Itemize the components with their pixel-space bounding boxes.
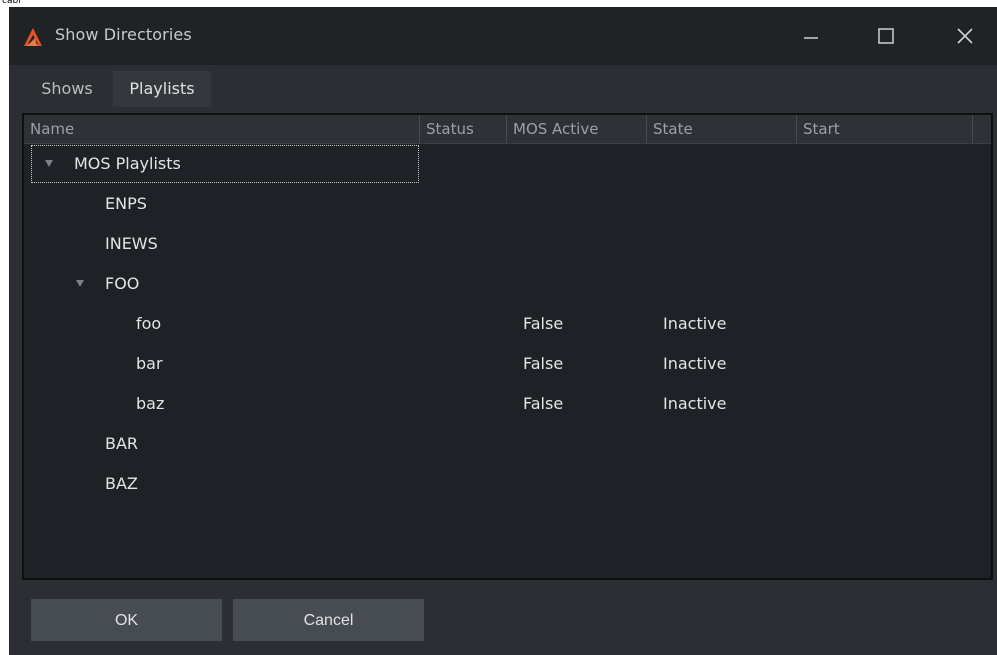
maximize-icon [878,28,894,44]
tree-row-foo-folder[interactable]: FOO [24,264,991,304]
title-bar: Show Directories [9,7,997,65]
column-header-state[interactable]: State [647,115,797,143]
tree-row-baz[interactable]: baz False Inactive [24,384,991,424]
row-name: MOS Playlists [74,154,181,173]
dialog-footer: OK Cancel [9,587,997,655]
cancel-button[interactable]: Cancel [233,599,424,641]
tab-bar: Shows Playlists [9,65,997,109]
tree-header: Name Status MOS Active State Start [24,115,991,144]
tab-playlists[interactable]: Playlists [113,71,211,107]
tree-row-bar[interactable]: bar False Inactive [24,344,991,384]
tree-row-bar-upper[interactable]: BAR [24,424,991,464]
tree-row-mos-playlists[interactable]: MOS Playlists [24,144,991,184]
column-header-status[interactable]: Status [420,115,507,143]
row-name: ENPS [105,194,147,213]
row-mos-active: False [523,314,564,333]
row-name: FOO [105,274,140,293]
tree-row-inews[interactable]: INEWS [24,224,991,264]
minimize-button[interactable] [793,21,829,51]
row-state: Inactive [663,314,727,333]
top-caption: cabi [2,0,21,6]
close-button[interactable] [947,21,983,51]
column-header-start[interactable]: Start [797,115,973,143]
row-name: BAR [105,434,139,453]
minimize-icon [804,37,818,39]
close-icon [957,28,973,44]
tree-row-enps[interactable]: ENPS [24,184,991,224]
row-name: baz [136,394,165,413]
row-name: foo [136,314,162,333]
row-mos-active: False [523,394,564,413]
ok-button[interactable]: OK [31,599,222,641]
app-logo-icon [24,28,42,46]
maximize-button[interactable] [867,21,903,51]
column-header-mos-active[interactable]: MOS Active [507,115,647,143]
window-title: Show Directories [55,25,192,44]
row-state: Inactive [663,394,727,413]
row-state: Inactive [663,354,727,373]
playlist-tree-view[interactable]: Name Status MOS Active State Start MOS P… [22,113,993,580]
row-name: bar [136,354,163,373]
column-header-name[interactable]: Name [24,115,420,143]
tab-shows[interactable]: Shows [21,71,113,107]
expand-arrow-icon[interactable] [76,280,84,287]
tree-row-baz-upper[interactable]: BAZ [24,464,991,504]
row-name: BAZ [105,474,138,493]
row-mos-active: False [523,354,564,373]
show-directories-dialog: Show Directories Shows Playlists Name St… [9,7,997,655]
expand-arrow-icon[interactable] [45,160,53,167]
tree-row-foo[interactable]: foo False Inactive [24,304,991,344]
row-name: INEWS [105,234,158,253]
top-caption-strip: cabi [0,0,997,7]
